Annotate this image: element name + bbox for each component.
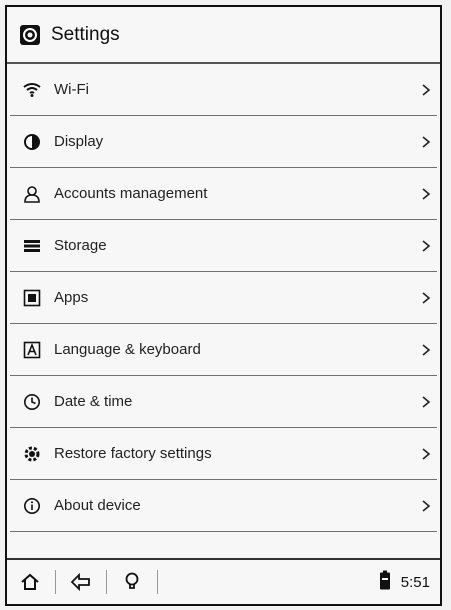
settings-app-icon xyxy=(19,24,41,46)
apps-icon xyxy=(22,288,42,308)
settings-item-language[interactable]: Language & keyboard xyxy=(10,324,437,376)
chevron-right-icon xyxy=(420,135,432,149)
contrast-icon xyxy=(22,132,42,152)
divider xyxy=(157,570,158,594)
keyboard-icon xyxy=(22,340,42,360)
settings-item-wifi[interactable]: Wi-Fi xyxy=(10,64,437,116)
settings-item-label: Language & keyboard xyxy=(54,341,201,358)
settings-item-apps[interactable]: Apps xyxy=(10,272,437,324)
settings-item-datetime[interactable]: Date & time xyxy=(10,376,437,428)
divider xyxy=(55,570,56,594)
clock-icon xyxy=(22,392,42,412)
chevron-right-icon xyxy=(420,343,432,357)
settings-list: Wi-Fi Display Accounts management Storag… xyxy=(7,64,440,532)
user-icon xyxy=(22,184,42,204)
storage-icon xyxy=(22,236,42,256)
settings-item-label: About device xyxy=(54,497,141,514)
settings-item-display[interactable]: Display xyxy=(10,116,437,168)
settings-item-label: Restore factory settings xyxy=(54,445,212,462)
light-bulb-icon[interactable] xyxy=(121,571,143,593)
back-icon[interactable] xyxy=(70,571,92,593)
settings-item-label: Apps xyxy=(54,289,89,306)
status-area: 5:51 xyxy=(379,560,430,604)
home-icon[interactable] xyxy=(19,571,41,593)
settings-item-accounts[interactable]: Accounts management xyxy=(10,168,437,220)
settings-item-about[interactable]: About device xyxy=(10,480,437,532)
wifi-icon xyxy=(22,80,42,100)
chevron-right-icon xyxy=(420,239,432,253)
page-title: Settings xyxy=(51,23,120,45)
settings-item-label: Wi-Fi xyxy=(54,81,89,98)
settings-item-label: Display xyxy=(54,133,104,150)
chevron-right-icon xyxy=(420,395,432,409)
settings-screen: Settings Wi-Fi Display Accounts manageme… xyxy=(5,5,442,606)
settings-item-label: Storage xyxy=(54,237,107,254)
settings-item-label: Accounts management xyxy=(54,185,208,202)
settings-item-label: Date & time xyxy=(54,393,133,410)
settings-item-storage[interactable]: Storage xyxy=(10,220,437,272)
info-icon xyxy=(22,496,42,516)
chevron-right-icon xyxy=(420,187,432,201)
chevron-right-icon xyxy=(420,499,432,513)
chevron-right-icon xyxy=(420,83,432,97)
chevron-right-icon xyxy=(420,447,432,461)
restore-icon xyxy=(22,444,42,464)
header-bar: Settings xyxy=(7,7,440,64)
clock-time: 5:51 xyxy=(400,573,430,591)
system-bar: 5:51 xyxy=(7,558,440,604)
settings-item-restore[interactable]: Restore factory settings xyxy=(10,428,437,480)
chevron-right-icon xyxy=(420,291,432,305)
battery-icon xyxy=(379,570,391,595)
divider xyxy=(106,570,107,594)
